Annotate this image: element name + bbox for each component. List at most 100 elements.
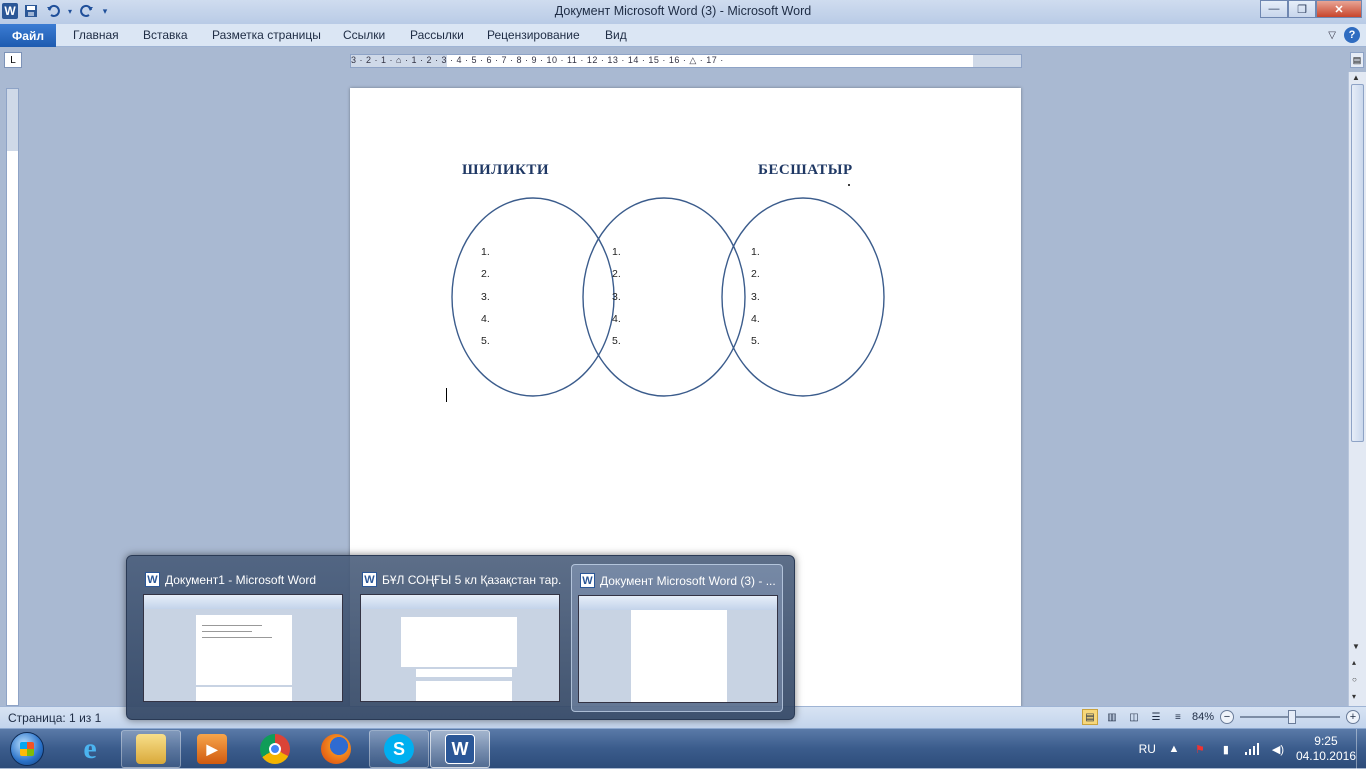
- maximize-button[interactable]: ❐: [1288, 0, 1316, 18]
- preview-window-kazakhstan-doc[interactable]: W БҰЛ СОҢҒЫ 5 кл Қазақстан тар...: [354, 564, 566, 712]
- venn-circle-left: [451, 197, 615, 397]
- horizontal-ruler[interactable]: 3 · 2 · 1 · ⌂ · 1 · 2 · 3 · 4 · 5 · 6 · …: [350, 54, 1022, 68]
- window-controls: — ❐ ✕: [1260, 0, 1362, 18]
- save-icon[interactable]: [22, 2, 40, 20]
- chrome-icon: [260, 734, 290, 764]
- zoom-in-button[interactable]: +: [1346, 710, 1360, 724]
- heading-right: БЕСШАТЫР: [758, 162, 853, 178]
- taskbar-firefox[interactable]: [306, 730, 366, 768]
- clock-time: 9:25: [1314, 734, 1338, 748]
- tab-mailings[interactable]: Рассылки: [410, 28, 464, 42]
- left-item-3: 3.: [481, 291, 490, 303]
- zoom-slider[interactable]: [1240, 710, 1340, 724]
- close-button[interactable]: ✕: [1316, 0, 1362, 18]
- right-item-3: 3.: [751, 291, 760, 303]
- quick-access-toolbar: W ▾ ▾: [2, 2, 110, 20]
- tab-file[interactable]: Файл: [0, 24, 56, 47]
- left-item-4: 4.: [481, 313, 490, 325]
- tab-review[interactable]: Рецензирование: [487, 28, 580, 42]
- language-indicator[interactable]: RU: [1139, 742, 1156, 756]
- taskbar-word[interactable]: W: [430, 730, 490, 768]
- tab-insert[interactable]: Вставка: [143, 28, 188, 42]
- scrollbar-thumb[interactable]: [1351, 84, 1364, 442]
- text-cursor: [446, 388, 447, 402]
- right-item-5: 5.: [751, 335, 760, 347]
- zoom-level[interactable]: 84%: [1192, 711, 1214, 723]
- minimize-ribbon-icon[interactable]: ▽: [1328, 30, 1336, 41]
- preview-title: БҰЛ СОҢҒЫ 5 кл Қазақстан тар...: [382, 572, 562, 587]
- middle-item-5: 5.: [612, 335, 621, 347]
- action-center-icon[interactable]: ⚑: [1192, 741, 1208, 757]
- help-icon[interactable]: ?: [1344, 27, 1360, 43]
- redo-icon[interactable]: [78, 2, 96, 20]
- tab-stop-selector[interactable]: L: [4, 52, 22, 68]
- venn-circle-right: [721, 197, 885, 397]
- taskbar-chrome[interactable]: [245, 730, 305, 768]
- undo-icon[interactable]: [44, 2, 62, 20]
- ruler-numbers: 3 · 2 · 1 · ⌂ · 1 · 2 · 3 · 4 · 5 · 6 · …: [351, 55, 724, 65]
- web-layout-icon[interactable]: ◫: [1126, 709, 1142, 725]
- taskbar-skype[interactable]: S: [369, 730, 429, 768]
- show-hidden-icons-icon[interactable]: ▲: [1166, 741, 1182, 757]
- left-item-5: 5.: [481, 335, 490, 347]
- skype-icon: S: [384, 734, 414, 764]
- taskbar-internet-explorer[interactable]: e: [60, 730, 120, 768]
- windows-taskbar: e ▶ S W RU ▲ ⚑ ▮ ◀) 9:25 04.10.2016: [0, 728, 1366, 769]
- previous-page-icon[interactable]: ▴: [1352, 658, 1356, 667]
- battery-icon[interactable]: ▮: [1218, 741, 1234, 757]
- middle-item-3: 3.: [612, 291, 621, 303]
- title-bar: W ▾ ▾ Документ Microsoft Word (3) - Micr…: [0, 0, 1366, 24]
- tab-home[interactable]: Главная: [73, 28, 119, 42]
- minimize-button[interactable]: —: [1260, 0, 1288, 18]
- preview-thumbnail: [143, 594, 343, 702]
- full-screen-reading-icon[interactable]: ▥: [1104, 709, 1120, 725]
- zoom-slider-knob[interactable]: [1288, 710, 1296, 724]
- preview-window-document1[interactable]: W Документ1 - Microsoft Word: [137, 564, 349, 712]
- preview-title: Документ1 - Microsoft Word: [165, 572, 317, 587]
- network-signal-icon[interactable]: [1244, 741, 1260, 757]
- preview-window-document3[interactable]: W Документ Microsoft Word (3) - ...: [571, 564, 783, 712]
- vertical-scrollbar[interactable]: ▲ ▼ ▴ ○ ▾: [1348, 72, 1366, 706]
- browse-object-icon[interactable]: ○: [1352, 675, 1357, 684]
- tab-view[interactable]: Вид: [605, 28, 627, 42]
- print-layout-view-icon[interactable]: ▤: [1081, 709, 1098, 725]
- internet-explorer-icon: e: [83, 732, 97, 765]
- tab-references[interactable]: Ссылки: [343, 28, 385, 42]
- scroll-up-icon[interactable]: ▲: [1352, 73, 1360, 82]
- venn-circle-middle: [582, 197, 746, 397]
- taskbar-preview-popup: W Документ1 - Microsoft Word W БҰЛ СОҢҒЫ 5…: [126, 555, 795, 720]
- taskbar-media-player[interactable]: ▶: [182, 730, 242, 768]
- vertical-ruler[interactable]: [6, 88, 19, 706]
- clock[interactable]: 9:25 04.10.2016: [1296, 734, 1356, 764]
- right-item-2: 2.: [751, 268, 760, 280]
- outline-view-icon[interactable]: ☰: [1148, 709, 1164, 725]
- undo-dropdown-icon[interactable]: ▾: [66, 2, 74, 20]
- next-page-icon[interactable]: ▾: [1352, 692, 1356, 701]
- ribbon-tab-bar: Файл Главная Вставка Разметка страницы С…: [0, 24, 1366, 47]
- right-item-4: 4.: [751, 313, 760, 325]
- middle-item-2: 2.: [612, 268, 621, 280]
- word-app-icon[interactable]: W: [2, 3, 18, 19]
- word-icon: W: [580, 573, 595, 588]
- media-player-icon: ▶: [197, 734, 227, 764]
- right-item-1: 1.: [751, 246, 760, 258]
- show-desktop-button[interactable]: [1356, 729, 1366, 769]
- tab-page-layout[interactable]: Разметка страницы: [212, 28, 321, 42]
- firefox-icon: [321, 734, 351, 764]
- left-item-2: 2.: [481, 268, 490, 280]
- scroll-down-icon[interactable]: ▼: [1352, 642, 1360, 651]
- status-page-count[interactable]: Страница: 1 из 1: [8, 711, 101, 725]
- ruler-row: L 3 · 2 · 1 · ⌂ · 1 · 2 · 3 · 4 · 5 · 6 …: [0, 48, 1366, 72]
- start-button[interactable]: [2, 730, 52, 768]
- draft-view-icon[interactable]: ≡: [1170, 709, 1186, 725]
- window-title: Документ Microsoft Word (3) - Microsoft …: [554, 4, 812, 18]
- preview-thumbnail: [578, 595, 778, 703]
- middle-item-4: 4.: [612, 313, 621, 325]
- volume-icon[interactable]: ◀): [1270, 741, 1286, 757]
- word-icon: W: [362, 572, 377, 587]
- taskbar-file-explorer[interactable]: [121, 730, 181, 768]
- customize-toolbar-icon[interactable]: ▾: [100, 2, 110, 20]
- view-ruler-icon[interactable]: ▤: [1350, 52, 1364, 68]
- zoom-out-button[interactable]: −: [1220, 710, 1234, 724]
- word-icon: W: [145, 572, 160, 587]
